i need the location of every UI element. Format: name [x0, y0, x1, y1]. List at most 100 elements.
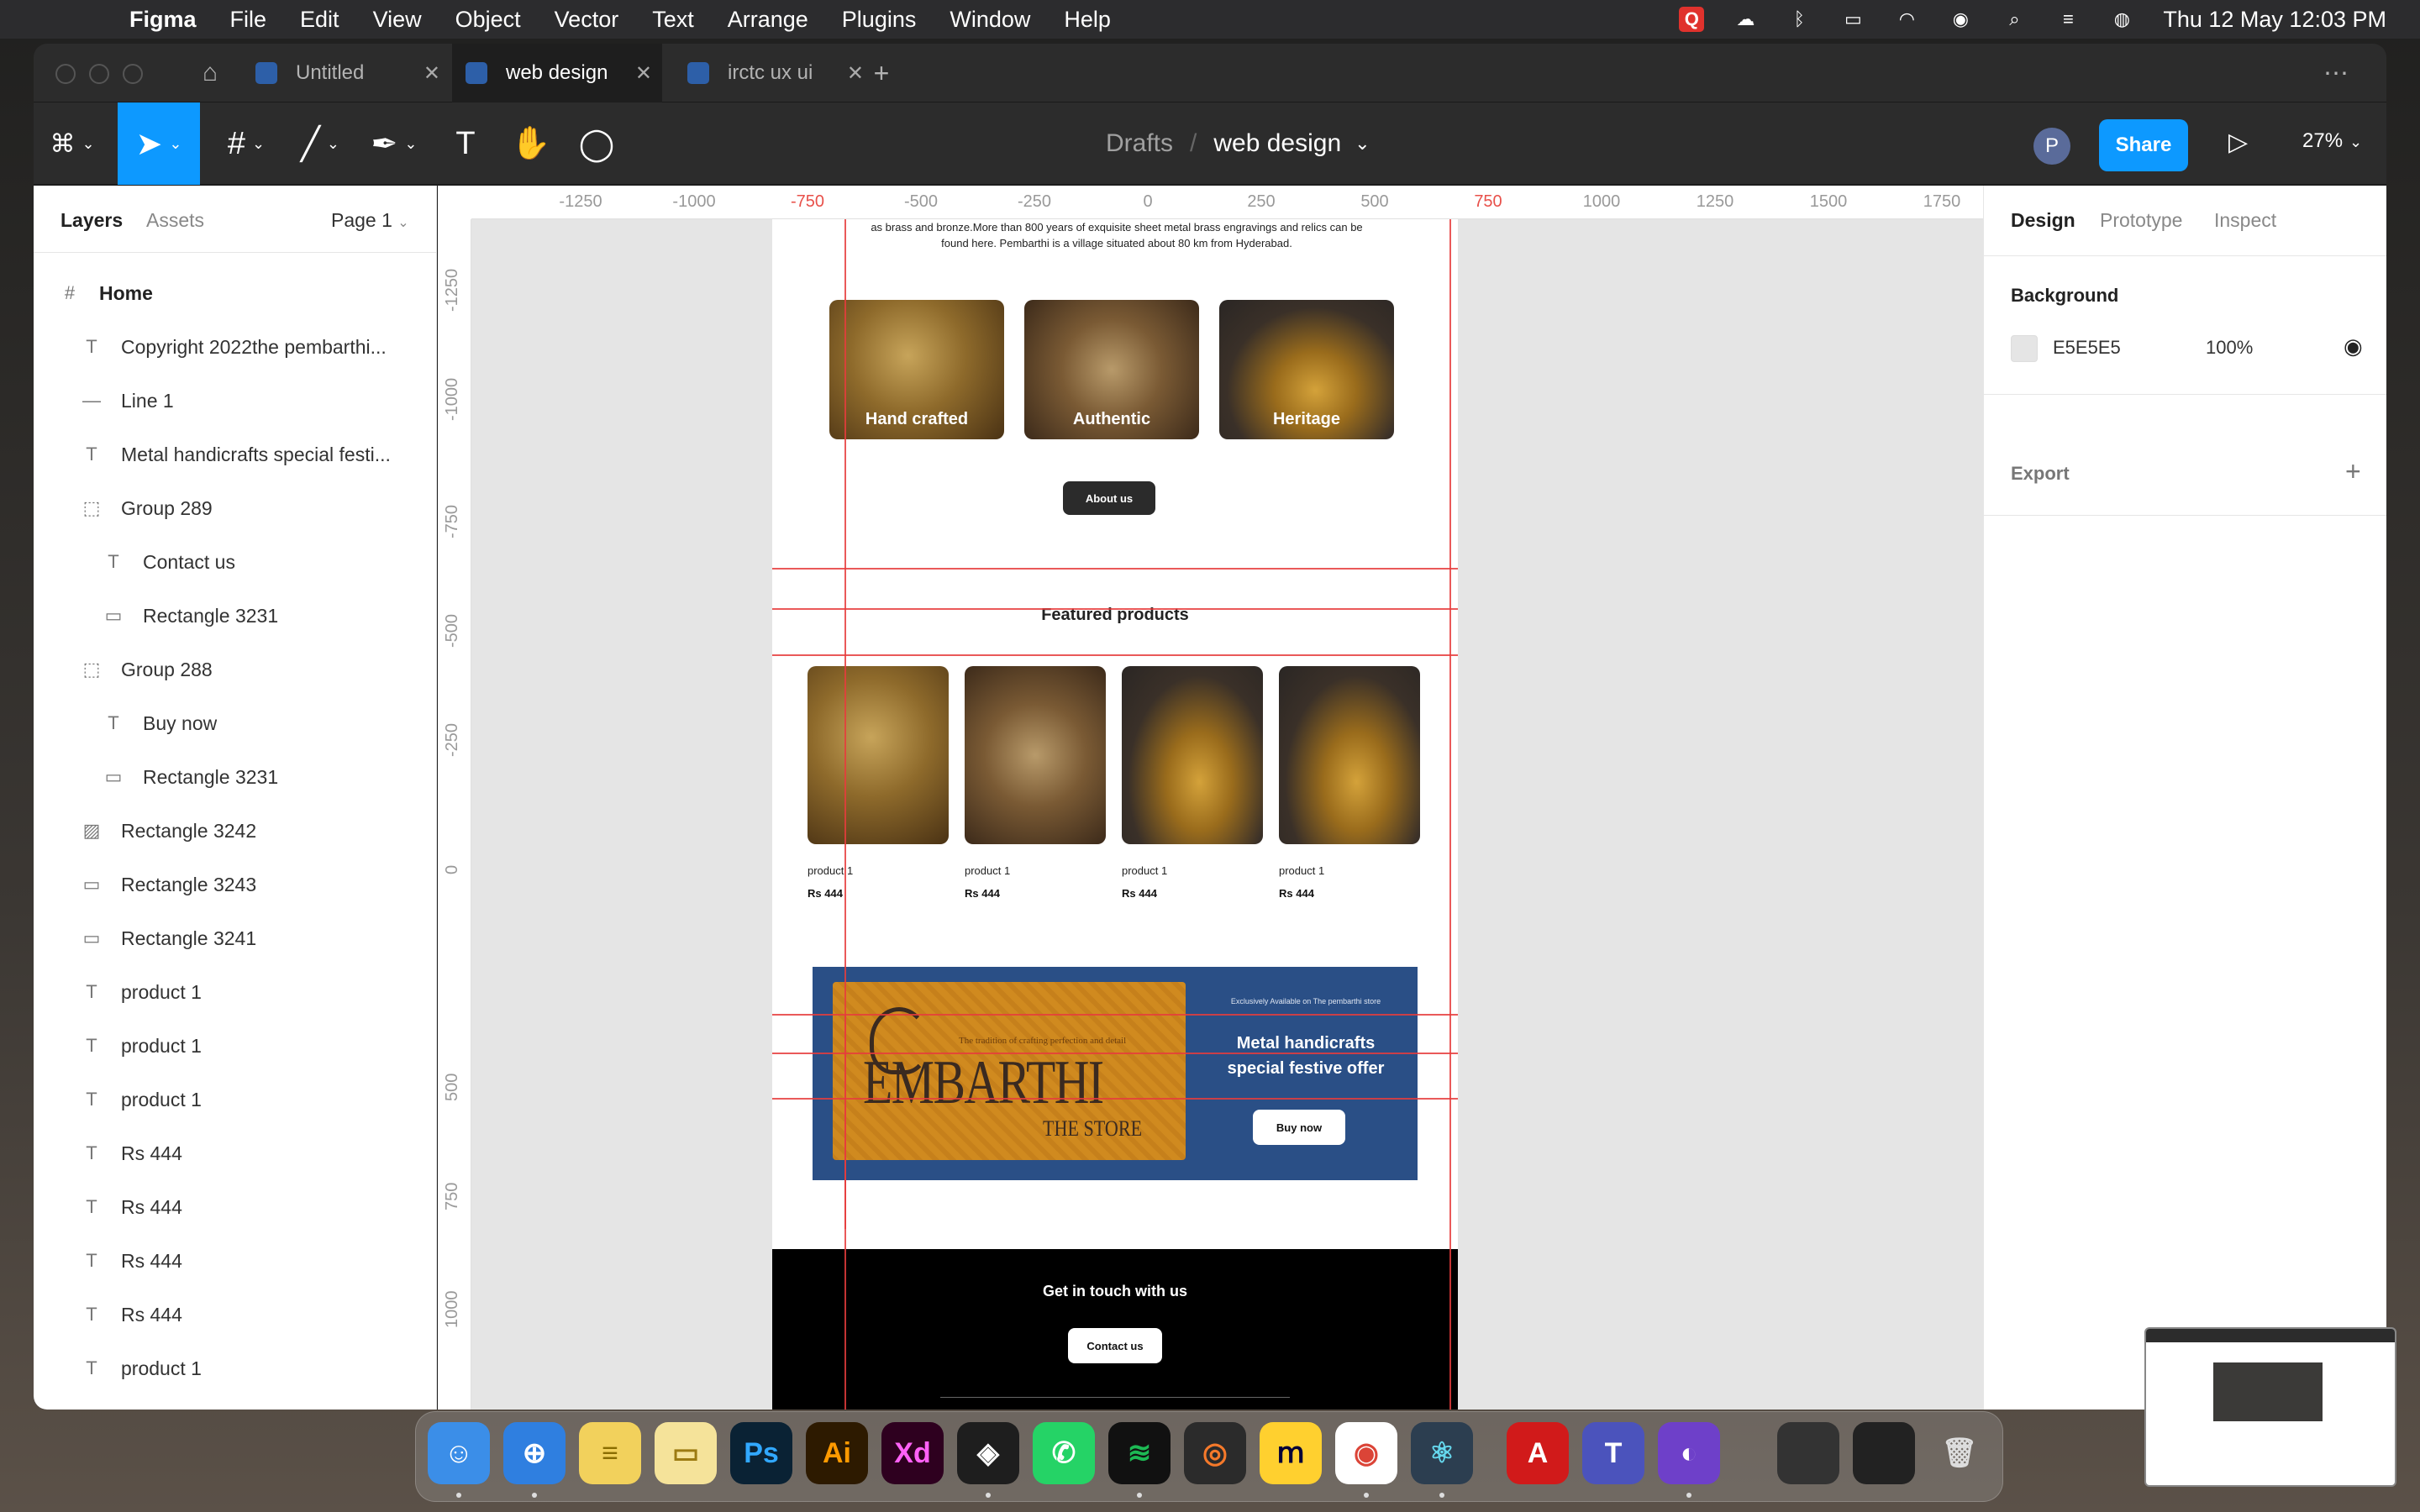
tab-layers[interactable]: Layers — [60, 209, 123, 232]
tab-prototype[interactable]: Prototype — [2100, 209, 2182, 232]
minimize-window-icon[interactable] — [89, 64, 109, 84]
control-center-icon[interactable]: ≡ — [2055, 7, 2081, 32]
share-button[interactable]: Share — [2099, 119, 2188, 171]
export-section-title[interactable]: Export — [2011, 463, 2070, 485]
creative-cloud-icon[interactable]: ☁ — [1733, 7, 1758, 32]
menu-plugins[interactable]: Plugins — [842, 7, 917, 33]
more-options-icon[interactable]: ⋯ — [2311, 44, 2361, 102]
layer-row[interactable]: ⬚ Group 288 — [34, 643, 436, 696]
menubar-clock[interactable]: Thu 12 May 12:03 PM — [2163, 7, 2386, 33]
tab-irctc[interactable]: irctc ux ui ✕ — [662, 44, 864, 102]
quick-app-icon[interactable]: Q — [1679, 7, 1705, 32]
layer-row[interactable]: T Metal handicrafts special festi... — [34, 428, 436, 481]
tab-assets[interactable]: Assets — [146, 209, 204, 232]
close-tab-icon[interactable]: ✕ — [635, 61, 652, 86]
buy-now-button[interactable]: Buy now — [1253, 1110, 1345, 1145]
notes-icon[interactable]: ▭ — [655, 1422, 717, 1484]
contact-us-button[interactable]: Contact us — [1068, 1328, 1162, 1363]
stickies-icon[interactable]: ≡ — [579, 1422, 641, 1484]
present-play-icon[interactable]: ▷ — [2228, 128, 2248, 157]
page-selector[interactable]: Page 1 ⌄ — [331, 209, 409, 232]
miro-icon[interactable]: ⅿ — [1260, 1422, 1322, 1484]
safari-icon[interactable]: ⊕ — [503, 1422, 566, 1484]
move-tool-icon[interactable]: ➤ ⌄ — [118, 102, 200, 185]
home-icon[interactable]: ⌂ — [185, 44, 235, 102]
text-tool-icon[interactable]: T — [440, 102, 491, 185]
line-tool-icon[interactable]: ╱ ⌄ — [291, 102, 350, 185]
product-image[interactable] — [965, 666, 1106, 844]
layer-row[interactable]: T Rs 444 — [34, 1126, 436, 1180]
layer-row[interactable]: T Rs 444 — [34, 1288, 436, 1341]
avatar[interactable]: P — [2033, 128, 2070, 165]
finder-icon[interactable]: ☺ — [428, 1422, 490, 1484]
close-window-icon[interactable] — [55, 64, 76, 84]
layer-row[interactable]: T Rs 444 — [34, 1180, 436, 1234]
layer-row[interactable]: ▭ Rectangle 3243 — [34, 858, 436, 911]
menu-edit[interactable]: Edit — [300, 7, 339, 33]
background-opacity-input[interactable]: 100% — [2206, 337, 2253, 359]
figma-icon[interactable]: ◈ — [957, 1422, 1019, 1484]
menu-view[interactable]: View — [373, 7, 422, 33]
search-icon[interactable]: ⌕ — [2002, 7, 2027, 32]
feature-card-heritage[interactable]: Heritage — [1219, 300, 1394, 439]
offer-banner[interactable]: The tradition of crafting perfection and… — [813, 967, 1418, 1180]
bluetooth-icon[interactable]: ᛒ — [1786, 7, 1812, 32]
layer-row[interactable]: Tproduct 1 — [34, 1073, 436, 1126]
file-name[interactable]: web design — [1213, 129, 1341, 158]
tab-inspect[interactable]: Inspect — [2214, 209, 2276, 232]
close-tab-icon[interactable]: ✕ — [424, 61, 440, 86]
illustrator-icon[interactable]: Ai — [806, 1422, 868, 1484]
github-icon[interactable]: ◐ — [1658, 1422, 1720, 1484]
new-tab-button[interactable]: + — [860, 44, 902, 102]
feature-card-authentic[interactable]: Authentic — [1024, 300, 1199, 439]
main-menu-icon[interactable]: ⌘ ⌄ — [49, 102, 96, 185]
layer-row[interactable]: Tproduct 1 — [34, 1019, 436, 1073]
layer-row[interactable]: T Contact us — [34, 535, 436, 589]
zoom-dropdown[interactable]: 27% ⌄ — [2302, 129, 2362, 153]
pen-tool-icon[interactable]: ✒ ⌄ — [365, 102, 424, 185]
zoom-window-icon[interactable] — [123, 64, 143, 84]
user-icon[interactable]: ◉ — [1948, 7, 1973, 32]
tab-design[interactable]: Design — [2011, 209, 2075, 232]
layer-row[interactable]: Tproduct 1 — [34, 1341, 436, 1395]
screenshot-thumbnail[interactable] — [2144, 1327, 2396, 1487]
background-hex-input[interactable]: E5E5E5 — [2053, 337, 2121, 359]
layer-row[interactable]: ⬚ Group 289 — [34, 481, 436, 535]
product-image[interactable] — [1279, 666, 1420, 844]
breadcrumb-drafts[interactable]: Drafts — [1106, 129, 1173, 158]
background-color-swatch[interactable] — [2011, 335, 2038, 362]
adobe-xd-icon[interactable]: Xd — [881, 1422, 944, 1484]
menu-object[interactable]: Object — [455, 7, 521, 33]
layer-row[interactable]: — Line 1 — [34, 374, 436, 428]
layer-row[interactable]: ▭ Rectangle 3241 — [34, 911, 436, 965]
layer-row[interactable]: T Copyright 2022the pembarthi... — [34, 320, 436, 374]
teams-icon[interactable]: T — [1582, 1422, 1644, 1484]
acrobat-icon[interactable]: A — [1507, 1422, 1569, 1484]
feature-card-hand-crafted[interactable]: Hand crafted — [829, 300, 1004, 439]
product-image[interactable] — [808, 666, 949, 844]
layer-row[interactable]: # Home — [34, 266, 436, 320]
menu-arrange[interactable]: Arrange — [728, 7, 808, 33]
layer-row[interactable]: ▭ Rectangle 3231 — [34, 589, 436, 643]
tab-web-design[interactable]: web design ✕ — [452, 44, 662, 102]
recent-window-icon[interactable] — [1853, 1422, 1915, 1484]
whatsapp-icon[interactable]: ✆ — [1033, 1422, 1095, 1484]
layer-row[interactable]: ▨ Rectangle 3242 — [34, 804, 436, 858]
recent-window-icon[interactable] — [1777, 1422, 1839, 1484]
menu-window[interactable]: Window — [950, 7, 1030, 33]
canvas[interactable]: as brass and bronze.More than 800 years … — [438, 186, 1983, 1410]
layer-row[interactable]: ▭ Rectangle 3231 — [34, 750, 436, 804]
visibility-eye-icon[interactable]: ◉ — [2344, 333, 2363, 360]
battery-icon[interactable]: ▭ — [1840, 7, 1865, 32]
atom-icon[interactable]: ⚛ — [1411, 1422, 1473, 1484]
trash-icon[interactable]: 🗑 — [1928, 1422, 1991, 1484]
comment-tool-icon[interactable]: ◯ — [571, 102, 622, 185]
menu-help[interactable]: Help — [1064, 7, 1111, 33]
chevron-down-icon[interactable]: ⌄ — [1355, 133, 1370, 155]
layer-row[interactable]: T Rs 444 — [34, 1234, 436, 1288]
wifi-icon[interactable]: ◠ — [1894, 7, 1919, 32]
menu-text[interactable]: Text — [652, 7, 694, 33]
blender-icon[interactable]: ◎ — [1184, 1422, 1246, 1484]
tab-untitled[interactable]: Untitled ✕ — [255, 44, 440, 102]
layer-row[interactable]: ▨Rectangle 3240 — [34, 1395, 436, 1410]
